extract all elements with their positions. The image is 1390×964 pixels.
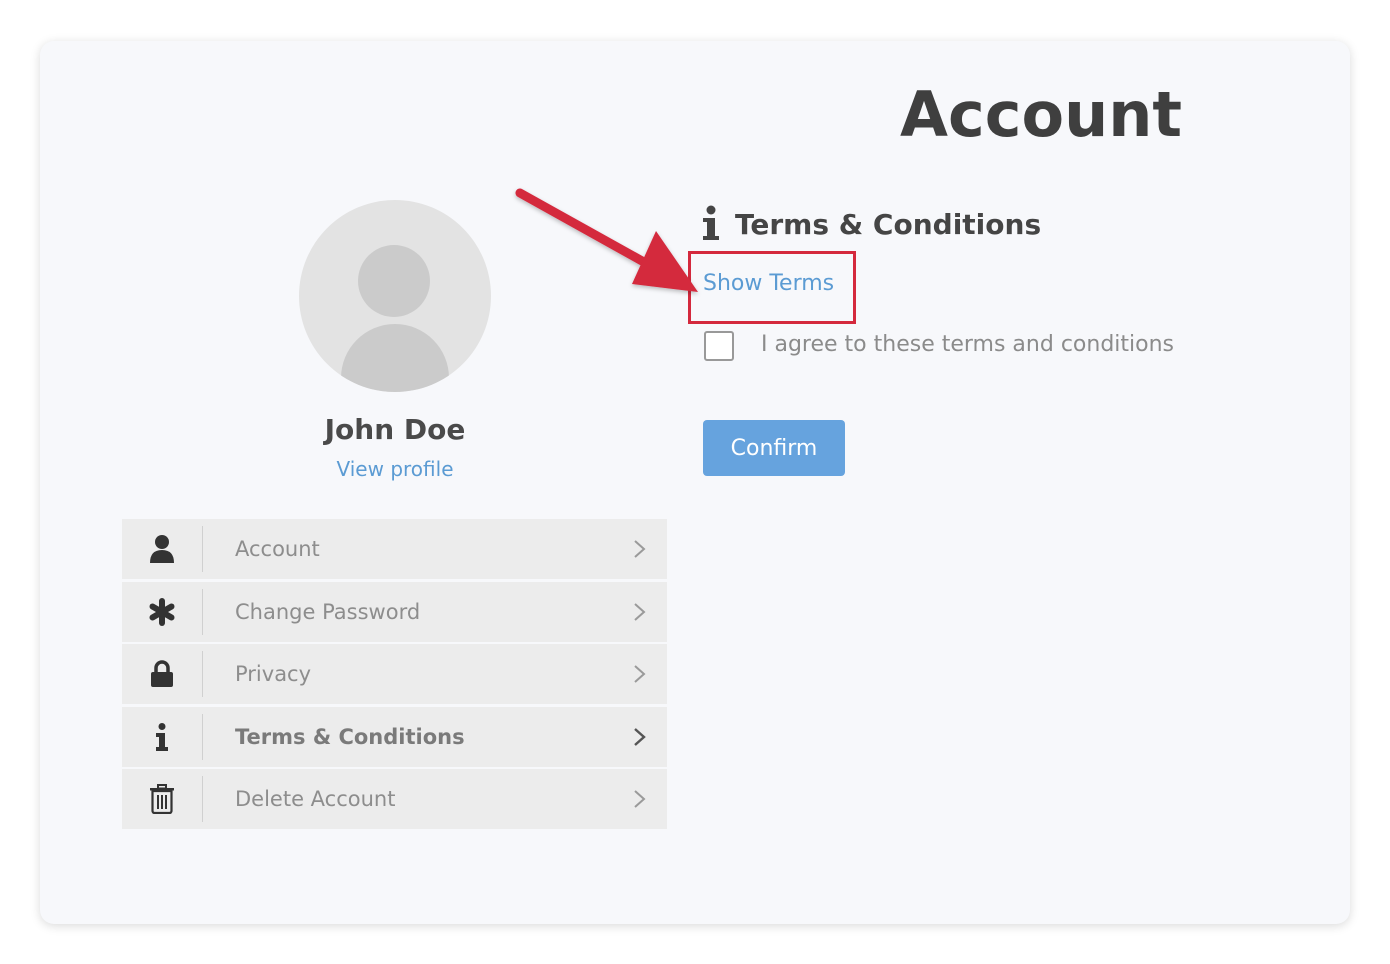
menu-divider <box>202 776 203 822</box>
agree-label: I agree to these terms and conditions <box>761 332 1174 357</box>
menu-item-label: Delete Account <box>235 787 396 811</box>
confirm-button[interactable]: Confirm <box>703 420 845 476</box>
chevron-right-icon <box>634 602 646 621</box>
avatar-head <box>358 245 430 317</box>
menu-item-change-password[interactable]: Change Password <box>122 581 667 642</box>
annotation-arrow-icon <box>515 188 698 292</box>
trash-icon <box>122 769 202 829</box>
chevron-right-icon <box>634 727 646 746</box>
menu-item-account[interactable]: Account <box>122 519 667 579</box>
section-title: Terms & Conditions <box>735 208 1042 241</box>
page-title: Account <box>900 78 1182 151</box>
agree-checkbox[interactable] <box>704 331 734 361</box>
menu-item-terms[interactable]: Terms & Conditions <box>122 706 667 767</box>
menu-divider <box>202 526 203 572</box>
settings-menu: Account Change Password Privacy Terms & … <box>122 519 667 832</box>
chevron-right-icon <box>634 540 646 558</box>
highlight-annotation-box <box>688 251 856 324</box>
menu-divider <box>202 713 203 760</box>
menu-item-label: Change Password <box>235 599 421 624</box>
menu-item-delete-account[interactable]: Delete Account <box>122 769 667 829</box>
avatar <box>299 200 491 392</box>
account-card: Account John Doe View profile Account Ch… <box>40 41 1350 924</box>
avatar-body <box>341 324 449 392</box>
view-profile-link[interactable]: View profile <box>210 457 580 481</box>
chevron-right-icon <box>634 790 646 808</box>
menu-item-privacy[interactable]: Privacy <box>122 644 667 704</box>
asterisk-icon <box>122 582 202 642</box>
lock-icon <box>122 644 202 704</box>
menu-divider <box>202 588 203 635</box>
chevron-right-icon <box>634 665 646 683</box>
menu-item-label: Account <box>235 537 320 561</box>
menu-item-label: Privacy <box>235 662 312 686</box>
info-icon <box>122 707 202 767</box>
menu-divider <box>202 651 203 697</box>
menu-item-label: Terms & Conditions <box>235 724 465 749</box>
user-name: John Doe <box>324 413 466 446</box>
user-icon <box>122 519 202 579</box>
